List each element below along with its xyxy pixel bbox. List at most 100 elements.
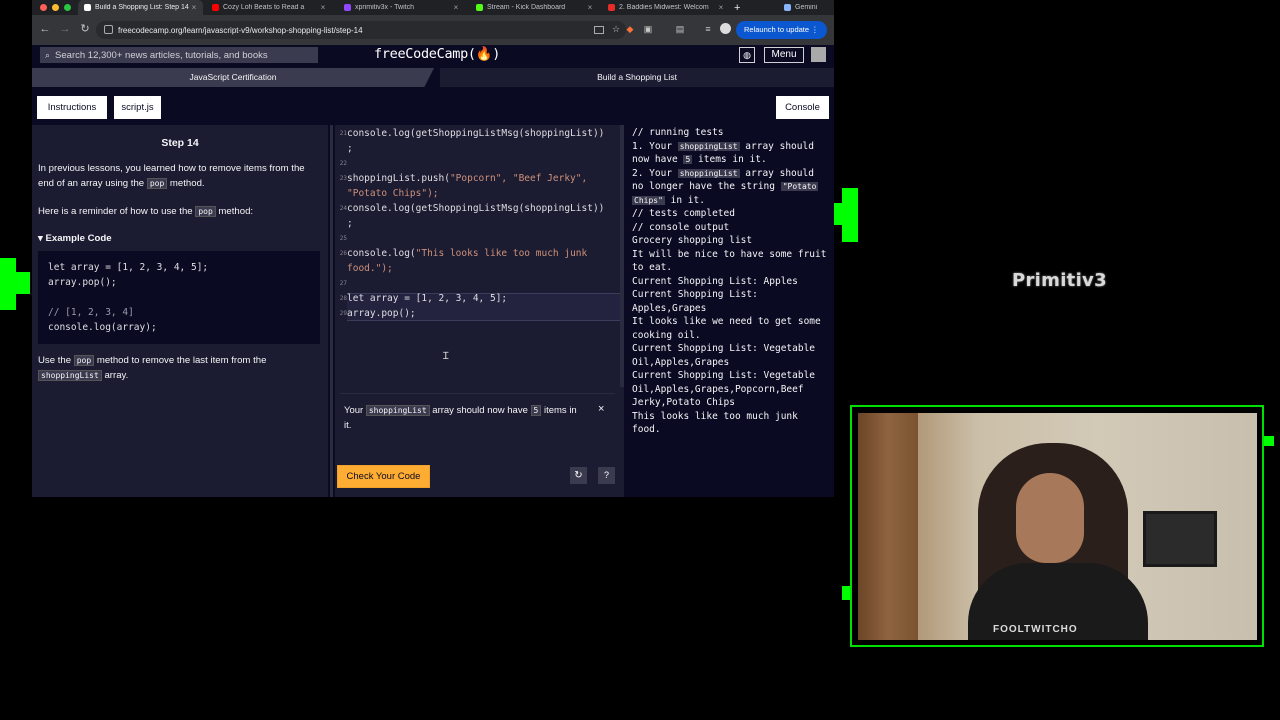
webcam-person-face bbox=[1016, 473, 1084, 563]
webcam-wall-frame bbox=[1143, 511, 1217, 567]
kick-favicon-icon bbox=[476, 4, 483, 11]
address-bar[interactable]: freecodecamp.org/learn/javascript-v9/wor… bbox=[96, 21, 626, 39]
close-icon[interactable]: × bbox=[318, 3, 328, 12]
tab-script-js[interactable]: script.js bbox=[114, 96, 161, 119]
search-input[interactable] bbox=[55, 49, 318, 61]
code-line[interactable]: console.log(getShoppingListMsg(shoppingL… bbox=[347, 128, 604, 139]
close-icon[interactable]: × bbox=[598, 403, 604, 415]
close-icon[interactable]: × bbox=[585, 3, 595, 12]
tab-title: 2. Baddies Midwest: Welcom bbox=[619, 4, 709, 11]
console-line: to eat. bbox=[632, 262, 673, 273]
instruction-paragraph-1: In previous lessons, you learned how to … bbox=[38, 161, 318, 191]
console-line: Chips" in it. bbox=[632, 195, 705, 206]
browser-tab-freecodecamp[interactable]: Build a Shopping List: Step 14 × bbox=[78, 0, 203, 15]
close-icon[interactable]: × bbox=[189, 3, 199, 12]
inline-code: 5 bbox=[683, 155, 693, 164]
close-icon[interactable]: × bbox=[451, 3, 461, 12]
console-line: // tests completed bbox=[632, 208, 735, 219]
minimize-window-icon[interactable] bbox=[52, 4, 59, 11]
code-line[interactable]: console.log("This looks like too much ju… bbox=[347, 248, 587, 259]
maximize-window-icon[interactable] bbox=[64, 4, 71, 11]
bookmark-star-icon[interactable]: ☆ bbox=[612, 24, 620, 35]
code-line[interactable]: array.pop(); bbox=[347, 308, 416, 319]
browser-toolbar: ← → ↻ freecodecamp.org/learn/javascript-… bbox=[32, 15, 834, 45]
code-line[interactable]: shoppingList.push("Popcorn", "Beef Jerky… bbox=[347, 173, 587, 184]
overlay-green-accent bbox=[0, 258, 16, 310]
tab-console[interactable]: Console bbox=[776, 96, 829, 119]
check-your-code-button[interactable]: Check Your Code bbox=[337, 465, 430, 488]
inline-code: shoppingList bbox=[38, 370, 102, 381]
test-text: array should now have bbox=[429, 405, 531, 416]
browser-tab-kick[interactable]: Stream - Kick Dashboard × bbox=[470, 0, 599, 15]
back-arrow-icon[interactable]: ← bbox=[38, 22, 52, 36]
help-icon[interactable]: ? bbox=[598, 467, 615, 484]
code-editor[interactable]: 21 console.log(getShoppingListMsg(shoppi… bbox=[335, 125, 624, 497]
relaunch-button[interactable]: Relaunch to update ⋮ bbox=[736, 21, 827, 39]
console-line: no longer have the string "Potato bbox=[632, 181, 819, 192]
tab-title: xprimitiv3x - Twitch bbox=[355, 4, 414, 11]
avatar[interactable] bbox=[811, 47, 826, 62]
tab-title: Gemini bbox=[795, 4, 818, 11]
code-line: array.pop(); bbox=[48, 277, 117, 288]
console-line: Jerky,Potato Chips bbox=[632, 397, 735, 408]
console-line: // console output bbox=[632, 222, 730, 233]
example-code-toggle[interactable]: ▾ Example Code bbox=[38, 233, 112, 244]
search-box[interactable]: ⌕ bbox=[40, 47, 318, 63]
inline-code: 5 bbox=[530, 405, 542, 416]
url-text[interactable]: freecodecamp.org/learn/javascript-v9/wor… bbox=[118, 26, 363, 35]
console-text: 1. Your bbox=[632, 141, 678, 152]
tab-instructions[interactable]: Instructions bbox=[37, 96, 107, 119]
console-line: 2. Your shoppingList array should bbox=[632, 168, 814, 179]
console-line: // running tests bbox=[632, 127, 724, 138]
code-comment: // [1, 2, 3, 4] bbox=[48, 307, 134, 318]
menu-button[interactable]: Menu bbox=[764, 47, 804, 63]
sidepanel-icon[interactable]: ▤ bbox=[674, 23, 686, 35]
code-string[interactable]: "Potato Chips"); bbox=[347, 188, 439, 199]
search-icon: ⌕ bbox=[45, 49, 51, 60]
console-line: This looks like too much junk bbox=[632, 411, 798, 422]
close-icon[interactable]: × bbox=[716, 3, 726, 12]
cast-icon[interactable] bbox=[594, 26, 604, 34]
browser-tab-twitch[interactable]: xprimitiv3x - Twitch × bbox=[338, 0, 465, 15]
example-code-block: let array = [1, 2, 3, 4, 5]; array.pop()… bbox=[38, 251, 320, 344]
line-number: 28 bbox=[339, 295, 347, 302]
console-line: Current Shopping List: Vegetable bbox=[632, 370, 816, 381]
globe-icon[interactable]: ◍ bbox=[739, 47, 755, 63]
inline-code: "Potato bbox=[780, 182, 819, 191]
extensions-puzzle-icon[interactable]: ▣ bbox=[642, 23, 654, 35]
line-number: 24 bbox=[339, 205, 347, 212]
code-line[interactable]: let array = [1, 2, 3, 4, 5]; bbox=[347, 293, 507, 304]
browser-tab-lofi[interactable]: Cozy Lofi Beats to Read a × bbox=[206, 0, 332, 15]
line-number: 21 bbox=[339, 130, 347, 137]
pane-splitter-handle[interactable] bbox=[330, 125, 333, 497]
forward-arrow-icon[interactable]: → bbox=[58, 22, 72, 36]
reload-icon[interactable]: ↻ bbox=[78, 22, 92, 36]
console-line: food. bbox=[632, 424, 661, 435]
reset-icon[interactable]: ↻ bbox=[570, 467, 587, 484]
code-line[interactable]: ; bbox=[347, 218, 353, 229]
console-panel: // running tests 1. Your shoppingList ar… bbox=[630, 125, 834, 497]
code-line[interactable]: food."); bbox=[347, 263, 393, 274]
code-line[interactable]: ; bbox=[347, 143, 353, 154]
console-line: It looks like we need to get some bbox=[632, 316, 821, 327]
breadcrumb-certification[interactable]: JavaScript Certification bbox=[32, 68, 434, 87]
menu-lines-icon[interactable]: ≡ bbox=[702, 23, 714, 35]
console-text: array should bbox=[739, 168, 814, 179]
youtube-favicon-icon bbox=[212, 4, 219, 11]
freecodecamp-logo[interactable]: freeCodeCamp(🔥) bbox=[374, 46, 500, 62]
tab-title: Build a Shopping List: Step 14 bbox=[95, 4, 189, 11]
paragraph-text: method. bbox=[167, 178, 205, 189]
close-window-icon[interactable] bbox=[40, 4, 47, 11]
profile-avatar[interactable] bbox=[720, 23, 731, 34]
code-line[interactable]: console.log(getShoppingListMsg(shoppingL… bbox=[347, 203, 604, 214]
line-number: 25 bbox=[339, 235, 347, 242]
breadcrumb-workshop[interactable]: Build a Shopping List bbox=[440, 68, 834, 87]
new-tab-button[interactable]: + bbox=[734, 0, 746, 15]
site-info-icon[interactable] bbox=[104, 25, 113, 34]
console-line: Apples,Grapes bbox=[632, 303, 707, 314]
console-text: now have bbox=[632, 154, 684, 165]
code-line: console.log(array); bbox=[48, 322, 157, 333]
browser-tab-baddies[interactable]: 2. Baddies Midwest: Welcom × bbox=[602, 0, 730, 15]
browser-tab-gemini[interactable]: Gemini bbox=[778, 0, 834, 15]
extension-icon[interactable]: ◆ bbox=[624, 23, 636, 35]
